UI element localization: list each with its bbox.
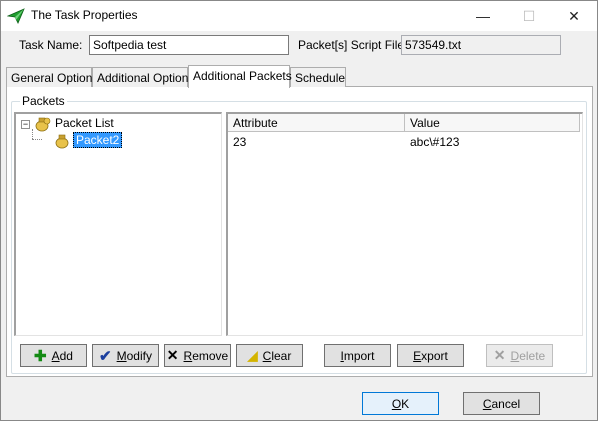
packet-icon bbox=[55, 134, 69, 149]
cancel-button-label: ancel bbox=[491, 396, 521, 411]
collapse-toggle[interactable]: − bbox=[21, 120, 30, 129]
delete-button-hotkey: D bbox=[510, 348, 520, 363]
tab-label: Additional Packets bbox=[193, 69, 292, 83]
ok-button-label: K bbox=[401, 396, 410, 411]
checkmark-icon: ✔ bbox=[99, 347, 112, 365]
minimize-icon: — bbox=[476, 8, 490, 24]
tab-additional-packets[interactable]: Additional Packets bbox=[188, 65, 292, 88]
plus-icon: ✚ bbox=[34, 347, 47, 365]
tab-label: Schedule bbox=[295, 71, 346, 85]
column-header-label: Value bbox=[410, 116, 440, 130]
clear-button[interactable]: ◢ Clear bbox=[236, 344, 303, 367]
import-button[interactable]: Import bbox=[324, 344, 391, 367]
modify-button[interactable]: ✔ Modify bbox=[92, 344, 159, 367]
tab-general-options[interactable]: General Options bbox=[6, 67, 98, 87]
delete-x-icon: ✕ bbox=[493, 347, 506, 363]
maximize-icon: ☐ bbox=[522, 7, 536, 24]
task-name-label: Task Name: bbox=[19, 38, 83, 52]
remove-button[interactable]: ✕ Remove bbox=[164, 344, 231, 367]
attribute-list[interactable]: Attribute Value 23 abc\#123 bbox=[226, 112, 583, 336]
export-button-label: xport bbox=[421, 348, 448, 363]
add-button-label: dd bbox=[59, 348, 73, 363]
paper-plane-icon bbox=[7, 8, 25, 24]
packet-tree[interactable]: − Packet List Packet2 bbox=[14, 112, 222, 336]
import-button-label: mport bbox=[343, 348, 375, 363]
ok-button[interactable]: OK bbox=[362, 392, 439, 415]
window-title: The Task Properties bbox=[31, 8, 138, 22]
packet-list-icon bbox=[35, 117, 51, 132]
modify-button-label: odify bbox=[126, 348, 152, 363]
tree-root-label[interactable]: Packet List bbox=[55, 116, 114, 130]
modify-button-hotkey: M bbox=[116, 348, 127, 363]
script-file-label: Packet[s] Script File: bbox=[298, 38, 408, 52]
task-properties-window: The Task Properties — ☐ ✕ Task Name: Pac… bbox=[0, 0, 598, 421]
tab-schedule[interactable]: Schedule bbox=[290, 67, 346, 87]
cancel-button[interactable]: Cancel bbox=[463, 392, 540, 415]
task-name-input[interactable] bbox=[89, 35, 289, 55]
remove-button-hotkey: R bbox=[183, 348, 193, 363]
eraser-icon: ◢ bbox=[247, 347, 258, 363]
add-button-hotkey: A bbox=[51, 348, 60, 363]
export-button-hotkey: E bbox=[413, 348, 422, 363]
remove-button-label: emove bbox=[192, 348, 229, 363]
clear-button-label: lear bbox=[271, 348, 292, 363]
close-button[interactable]: ✕ bbox=[551, 1, 597, 31]
maximize-button[interactable]: ☐ bbox=[506, 1, 552, 31]
packets-group-label: Packets bbox=[20, 94, 67, 108]
x-icon: ✕ bbox=[166, 347, 179, 363]
close-icon: ✕ bbox=[568, 7, 580, 24]
add-button[interactable]: ✚ Add bbox=[20, 344, 87, 367]
minimize-button[interactable]: — bbox=[460, 1, 506, 31]
clear-button-hotkey: C bbox=[262, 348, 272, 363]
export-button[interactable]: Export bbox=[397, 344, 464, 367]
script-file-field[interactable] bbox=[401, 35, 561, 55]
title-bar: The Task Properties — ☐ ✕ bbox=[1, 1, 597, 31]
delete-button[interactable]: ✕ Delete bbox=[486, 344, 553, 367]
attribute-cell: 23 bbox=[233, 135, 247, 149]
column-header-attribute[interactable]: Attribute bbox=[228, 114, 405, 132]
tree-connector bbox=[32, 129, 33, 139]
ok-button-hotkey: O bbox=[391, 396, 402, 411]
column-header-value[interactable]: Value bbox=[405, 114, 580, 132]
cancel-button-hotkey: C bbox=[482, 396, 492, 411]
column-header-label: Attribute bbox=[233, 116, 278, 130]
tree-connector bbox=[32, 139, 42, 140]
minus-icon: − bbox=[22, 119, 29, 129]
value-cell: abc\#123 bbox=[410, 135, 460, 149]
tab-additional-options[interactable]: Additional Options bbox=[92, 67, 194, 87]
tab-label: General Options bbox=[11, 71, 99, 85]
delete-button-label: elete bbox=[519, 348, 546, 363]
tab-label: Additional Options bbox=[97, 71, 195, 85]
tree-item-packet2[interactable]: Packet2 bbox=[73, 132, 123, 148]
